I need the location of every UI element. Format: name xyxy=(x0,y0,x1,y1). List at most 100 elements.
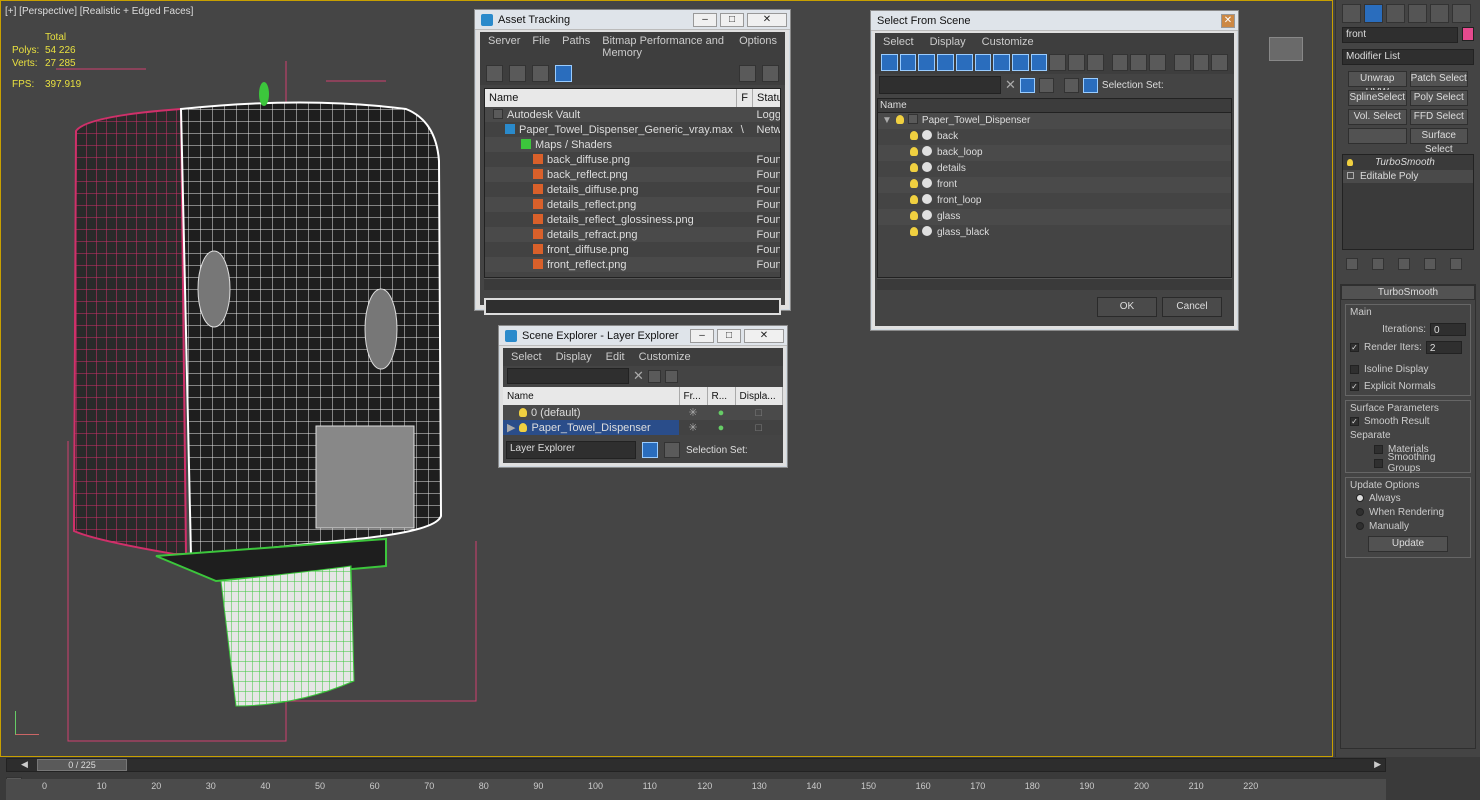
poly-select-button[interactable]: Poly Select xyxy=(1409,90,1468,106)
viewport-label[interactable]: [+] [Perspective] [Realistic + Edged Fac… xyxy=(5,6,193,17)
layer-sort-icon[interactable] xyxy=(1063,77,1079,93)
show-end-result-icon[interactable] xyxy=(1372,258,1384,270)
light-bulb-icon[interactable] xyxy=(910,179,918,188)
light-bulb-icon[interactable] xyxy=(910,131,918,140)
table-row[interactable]: Paper_Towel_Dispenser_Generic_vray.max \ N… xyxy=(485,122,780,137)
asset-path-field[interactable] xyxy=(484,298,781,315)
scene-explorer-search-input[interactable] xyxy=(507,368,629,384)
remove-modifier-icon[interactable] xyxy=(1424,258,1436,270)
col-f[interactable]: F xyxy=(736,89,754,107)
scene-explorer-titlebar[interactable]: Scene Explorer - Layer Explorer – □ ✕ xyxy=(499,326,787,346)
make-unique-icon[interactable] xyxy=(1398,258,1410,270)
update-button[interactable]: Update xyxy=(1368,536,1448,552)
create-tab-icon[interactable] xyxy=(1342,4,1361,23)
find-icon[interactable] xyxy=(647,369,661,383)
track-bar[interactable]: 0 10 20 30 40 50 60 70 80 90 100 110 120 130 140 150 160… xyxy=(6,779,1386,800)
clear-search-icon[interactable]: ✕ xyxy=(633,368,644,384)
menu-select[interactable]: Select xyxy=(511,351,542,363)
frozen-filter-icon[interactable] xyxy=(1068,54,1085,71)
minimize-button[interactable]: – xyxy=(690,328,714,343)
unwrap-uvw-button[interactable]: Unwrap UVW xyxy=(1348,71,1407,98)
utilities-tab-icon[interactable] xyxy=(1452,4,1471,23)
light-bulb-icon[interactable] xyxy=(519,407,527,417)
layer-row[interactable]: 0 (default) ✳ ● □ xyxy=(503,405,783,420)
tree-item[interactable]: glass xyxy=(878,209,1231,225)
freeze-icon[interactable]: ✳ xyxy=(679,420,707,435)
clear-search-icon[interactable]: ✕ xyxy=(1005,77,1016,93)
hierarchy-mode-icon[interactable] xyxy=(664,442,680,458)
geometry-filter-icon[interactable] xyxy=(881,54,898,71)
light-bulb-icon[interactable] xyxy=(519,423,528,432)
col-name[interactable]: Name xyxy=(503,387,680,405)
asset-tracking-titlebar[interactable]: Asset Tracking – □ ✕ xyxy=(475,10,790,30)
modify-tab-icon[interactable] xyxy=(1364,4,1383,23)
display-invert-icon[interactable] xyxy=(1149,54,1166,71)
collapse-arrow-icon[interactable]: ▼ xyxy=(882,115,892,126)
table-row[interactable]: details_refract.png Found xyxy=(485,227,780,242)
surface-select-button[interactable]: Surface Select xyxy=(1409,128,1468,155)
asset-horizontal-scrollbar[interactable] xyxy=(484,278,781,290)
render-iters-spinner[interactable]: 2 xyxy=(1425,340,1462,354)
select-from-scene-titlebar[interactable]: Select From Scene ✕ xyxy=(871,11,1238,31)
display-box-icon[interactable]: □ xyxy=(735,420,783,435)
minimize-button[interactable]: – xyxy=(693,12,717,27)
turbosmooth-rollout-header[interactable]: TurboSmooth xyxy=(1341,285,1475,300)
ok-button[interactable]: OK xyxy=(1097,297,1157,317)
always-radio[interactable] xyxy=(1356,494,1364,502)
ffd-select-button[interactable]: FFD Select xyxy=(1409,109,1468,125)
motion-tab-icon[interactable] xyxy=(1408,4,1427,23)
materials-checkbox[interactable] xyxy=(1374,444,1383,454)
menu-paths[interactable]: Paths xyxy=(562,35,590,59)
tree-item[interactable]: front xyxy=(878,177,1231,193)
cameras-filter-icon[interactable] xyxy=(937,54,954,71)
spline-select-button[interactable]: SplineSelect xyxy=(1348,90,1407,106)
table-row[interactable]: details_reflect.png Found xyxy=(485,197,780,212)
table-row[interactable]: Autodesk Vault Logged O xyxy=(485,107,780,122)
light-bulb-icon[interactable] xyxy=(910,211,918,220)
layer-row[interactable]: ▶ Paper_Towel_Dispenser ✳ ● □ xyxy=(503,420,783,435)
freeze-icon[interactable]: ✳ xyxy=(679,405,707,420)
groups-filter-icon[interactable] xyxy=(993,54,1011,71)
light-bulb-icon[interactable] xyxy=(910,147,918,156)
display-none-icon[interactable] xyxy=(1130,54,1148,71)
tree-item[interactable]: back xyxy=(878,129,1231,145)
filter-icon[interactable] xyxy=(1173,54,1191,71)
vol-select-button[interactable]: Vol. Select xyxy=(1348,109,1407,125)
col-status[interactable]: Status xyxy=(752,89,780,107)
refresh-icon[interactable] xyxy=(486,65,503,82)
containers-filter-icon[interactable] xyxy=(1049,54,1067,71)
close-button[interactable]: ✕ xyxy=(747,12,787,27)
lights-filter-icon[interactable] xyxy=(918,54,936,71)
stack-item-turbosmooth[interactable]: TurboSmooth xyxy=(1343,155,1473,170)
stack-item-editable-poly[interactable]: Editable Poly xyxy=(1343,170,1473,183)
filter-options-icon[interactable] xyxy=(1192,54,1210,71)
viewcube[interactable] xyxy=(1269,37,1303,61)
next-frame-icon[interactable]: ▶ xyxy=(1374,759,1381,770)
object-color-swatch[interactable] xyxy=(1462,27,1474,41)
find-case-icon[interactable] xyxy=(1019,77,1035,93)
table-row[interactable]: Maps / Shaders xyxy=(485,137,780,152)
scene-search-input[interactable] xyxy=(879,76,1001,94)
tree-item[interactable]: glass_black xyxy=(878,225,1231,241)
prev-frame-icon[interactable]: ◀ xyxy=(21,759,28,770)
bones-filter-icon[interactable] xyxy=(1030,54,1048,71)
isoline-display-checkbox[interactable] xyxy=(1350,364,1359,374)
time-slider-thumb[interactable]: 0 / 225 xyxy=(37,759,127,771)
asset-tracking-window[interactable]: Asset Tracking – □ ✕ Server File Paths B… xyxy=(474,9,791,315)
list-icon[interactable] xyxy=(509,65,526,82)
hidden-filter-icon[interactable] xyxy=(1086,54,1104,71)
teapot-icon[interactable]: ● xyxy=(707,405,735,420)
configure-sets-icon[interactable] xyxy=(1450,258,1462,270)
teapot-icon[interactable]: ● xyxy=(707,420,735,435)
render-iters-checkbox[interactable]: ✓ xyxy=(1350,342,1359,352)
manually-radio[interactable] xyxy=(1356,522,1364,530)
scene-tree-horizontal-scrollbar[interactable] xyxy=(877,278,1232,290)
smooth-result-checkbox[interactable]: ✓ xyxy=(1350,416,1359,426)
explicit-normals-checkbox[interactable]: ✓ xyxy=(1350,381,1359,391)
tree-item[interactable]: front_loop xyxy=(878,193,1231,209)
table-row[interactable]: front_diffuse.png Found xyxy=(485,242,780,257)
col-name[interactable]: Name xyxy=(485,89,738,107)
expand-box-icon[interactable] xyxy=(1347,172,1354,179)
display-tab-icon[interactable] xyxy=(1430,4,1449,23)
object-name-field[interactable]: front xyxy=(1342,27,1459,43)
